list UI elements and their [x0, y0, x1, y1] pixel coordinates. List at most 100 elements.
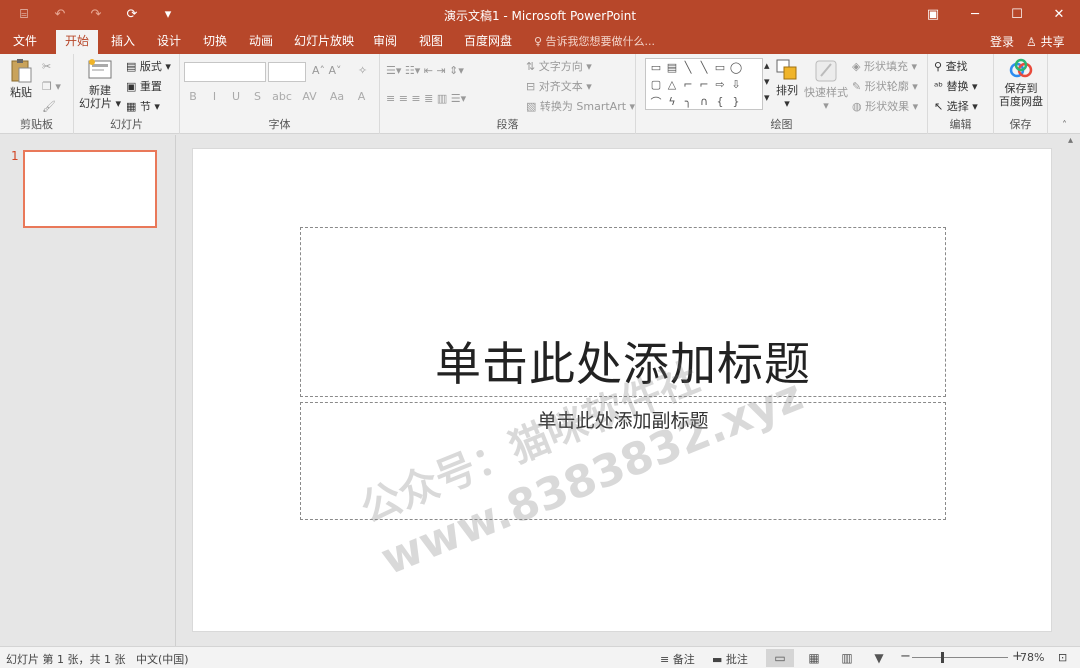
reset-label: 重置 — [139, 80, 162, 93]
tab-insert[interactable]: 插入 — [102, 30, 144, 54]
copy-icon[interactable]: ❐ ▾ — [42, 80, 61, 93]
notes-button[interactable]: ≡ 备注 — [660, 651, 695, 667]
slides-group: 新建 幻灯片 ▾ ▤ 版式 ▾ ▣ 重置 ▦ 节 ▾ 幻灯片 — [74, 54, 180, 134]
close-button[interactable]: ✕ — [1038, 0, 1080, 30]
slideshow-view-icon[interactable]: ▼ — [865, 649, 893, 667]
shapes-gallery-scroll[interactable]: ▴ ▾ ▾ — [764, 58, 770, 106]
align-text-label: 对齐文本 — [538, 80, 583, 93]
slide-thumbnail[interactable] — [23, 150, 157, 228]
slide-sorter-view-icon[interactable]: ▦ — [800, 649, 828, 667]
text-direction-label: 文字方向 — [538, 60, 583, 73]
shadow-button[interactable]: S — [249, 90, 267, 103]
select-button[interactable]: ↖ 选择 ▾ — [934, 98, 978, 114]
tab-file[interactable]: 文件 — [4, 30, 46, 54]
shape-outline-label: 形状轮廓 — [864, 80, 909, 93]
tab-baidu-netdisk[interactable]: 百度网盘 — [458, 30, 518, 54]
format-painter-icon[interactable]: 🖌 — [42, 100, 56, 113]
clipboard-group-label: 剪贴板 — [20, 118, 53, 131]
smartart-button[interactable]: ▧ 转换为 SmartArt ▾ — [526, 98, 635, 114]
underline-button[interactable]: U — [227, 90, 245, 103]
save-to-baidu-button[interactable]: 保存到 百度网盘 — [996, 58, 1046, 108]
paste-icon — [11, 59, 32, 83]
arrange-button[interactable]: 排列 ▾ — [772, 58, 802, 110]
zoom-slider[interactable] — [912, 657, 1008, 658]
find-label: 查找 — [945, 60, 968, 73]
vertical-scrollbar[interactable]: ▴ — [1066, 135, 1080, 646]
char-spacing-button[interactable]: AV — [298, 90, 322, 103]
new-slide-label-1: 新建 — [89, 84, 111, 97]
layout-button[interactable]: ▤ 版式 ▾ — [126, 58, 171, 74]
tab-review[interactable]: 审阅 — [364, 30, 406, 54]
fit-to-window-icon[interactable]: ⊡ — [1058, 651, 1067, 664]
shapes-gallery[interactable]: ▭ ▤ ╲ ╲ ▭ ◯ ▢ △ ⌐ ⌐ ⇨ ⇩ ⌒ ϟ ╮ ∩{} — [645, 58, 763, 110]
font-format-buttons: B I U S abc AV Aa A — [184, 90, 371, 103]
shape-outline-icon: ✎ — [852, 80, 862, 93]
shape-effects-button[interactable]: ◍ 形状效果 ▾ — [852, 98, 918, 114]
find-button[interactable]: ⚲ 查找 — [934, 58, 968, 74]
new-slide-button[interactable]: 新建 幻灯片 ▾ — [78, 58, 122, 110]
change-case-button[interactable]: Aa — [325, 90, 349, 103]
slide-number: 1 — [11, 149, 19, 163]
comments-button[interactable]: ▬ 批注 — [712, 651, 748, 667]
zoom-out-icon[interactable]: − — [900, 649, 911, 664]
maximize-button[interactable]: ☐ — [996, 0, 1038, 30]
minimize-button[interactable]: ─ — [954, 0, 996, 30]
shape-fill-button[interactable]: ◈ 形状填充 ▾ — [852, 58, 917, 74]
shape-outline-button[interactable]: ✎ 形状轮廓 ▾ — [852, 78, 918, 94]
select-label: 选择 — [946, 100, 969, 113]
layout-label: 版式 — [139, 60, 162, 73]
normal-view-icon[interactable]: ▭ — [766, 649, 794, 667]
align-text-button[interactable]: ⊟ 对齐文本 ▾ — [526, 78, 592, 94]
strikethrough-button[interactable]: abc — [270, 90, 294, 103]
tab-design[interactable]: 设计 — [148, 30, 190, 54]
alignment-icons[interactable]: ≡ ≡ ≡ ≣ ▥ ☰▾ — [386, 92, 466, 105]
sign-in-link[interactable]: 登录 — [990, 33, 1014, 50]
save-group-label: 保存 — [1009, 118, 1032, 131]
clear-formatting-icon[interactable]: ✧ — [358, 64, 367, 77]
smartart-label: 转换为 SmartArt — [539, 100, 627, 113]
reset-button[interactable]: ▣ 重置 — [126, 78, 162, 94]
font-size-combo[interactable] — [268, 62, 306, 82]
section-icon: ▦ — [126, 100, 137, 113]
language-status[interactable]: 中文(中国) — [136, 651, 189, 667]
tab-slideshow[interactable]: 幻灯片放映 — [290, 30, 358, 54]
tab-transitions[interactable]: 切换 — [194, 30, 236, 54]
new-slide-label-2: 幻灯片 — [78, 97, 112, 110]
paste-button[interactable]: 粘贴 — [6, 58, 36, 99]
replace-icon: ᵃᵇ — [934, 80, 944, 93]
tab-home[interactable]: 开始 — [56, 30, 98, 54]
quick-styles-icon — [815, 60, 837, 82]
shape-fill-label: 形状填充 — [863, 60, 908, 73]
reset-icon: ▣ — [126, 80, 137, 93]
reading-view-icon[interactable]: ▥ — [833, 649, 861, 667]
layout-icon: ▤ — [126, 60, 137, 73]
editing-group: ⚲ 查找 ᵃᵇ 替换 ▾ ↖ 选择 ▾ 编辑 — [928, 54, 994, 134]
smartart-icon: ▧ — [526, 100, 537, 113]
font-name-combo[interactable] — [184, 62, 266, 82]
section-button[interactable]: ▦ 节 ▾ — [126, 98, 160, 114]
share-button[interactable]: ♙ 共享 — [1026, 33, 1065, 50]
save-to-label-1: 保存到 — [1004, 82, 1038, 95]
collapse-ribbon-icon[interactable]: ˄ — [1062, 120, 1067, 131]
bullets-numbering-icons[interactable]: ☰▾ ☷▾ ⇤ ⇥ ⇕▾ — [386, 64, 464, 77]
save-group: 保存到 百度网盘 保存 — [994, 54, 1048, 134]
tab-view[interactable]: 视图 — [410, 30, 452, 54]
font-grow-shrink-icons[interactable]: A˄ A˅ — [312, 64, 342, 77]
text-direction-button[interactable]: ⇅ 文字方向 ▾ — [526, 58, 592, 74]
slides-group-label: 幻灯片 — [110, 118, 143, 131]
slide[interactable]: 单击此处添加标题 单击此处添加副标题 公众号：猫咪软件社 www.8383832… — [192, 148, 1052, 632]
tell-me-search[interactable]: ♀ 告诉我您想要做什么... — [534, 33, 655, 49]
zoom-level[interactable]: 78% — [1020, 651, 1044, 664]
ribbon: 粘贴 ✂ ❐ ▾ 🖌 剪贴板 新建 幻灯片 ▾ ▤ 版式 ▾ ▣ 重置 ▦ 节 … — [0, 54, 1080, 134]
scroll-up-icon[interactable]: ▴ — [1068, 135, 1073, 146]
tab-animations[interactable]: 动画 — [240, 30, 282, 54]
italic-button[interactable]: I — [206, 90, 224, 103]
section-label: 节 — [139, 100, 151, 113]
bold-button[interactable]: B — [184, 90, 202, 103]
replace-button[interactable]: ᵃᵇ 替换 ▾ — [934, 78, 978, 94]
font-color-button[interactable]: A — [353, 90, 371, 103]
cut-icon[interactable]: ✂ — [42, 60, 51, 73]
quick-styles-button[interactable]: 快速样式 ▾ — [804, 58, 848, 112]
zoom-slider-thumb[interactable] — [941, 652, 944, 663]
ribbon-display-options-icon[interactable]: ▣ — [912, 0, 954, 30]
